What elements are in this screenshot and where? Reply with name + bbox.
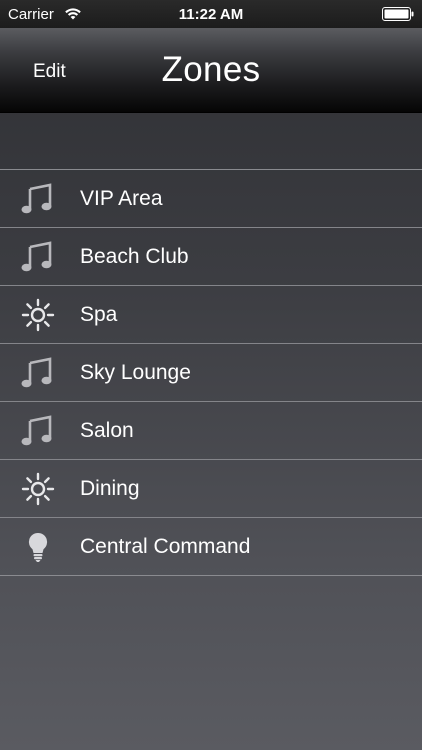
zone-label: VIP Area bbox=[80, 187, 163, 210]
zone-item-beach-club[interactable]: Beach Club bbox=[0, 228, 422, 286]
music-note-icon bbox=[21, 241, 52, 272]
music-note-icon bbox=[21, 183, 52, 214]
zone-item-salon[interactable]: Salon bbox=[0, 402, 422, 460]
zone-label: Spa bbox=[80, 303, 118, 326]
sun-icon bbox=[21, 472, 55, 506]
music-note-icon bbox=[21, 357, 52, 388]
zone-item-spa[interactable]: Spa bbox=[0, 286, 422, 344]
zone-item-central-command[interactable]: Central Command bbox=[0, 518, 422, 576]
status-bar: Carrier 11:22 AM bbox=[0, 0, 422, 28]
zone-label: Sky Lounge bbox=[80, 361, 191, 384]
zone-label: Central Command bbox=[80, 535, 251, 558]
lightbulb-icon bbox=[28, 532, 48, 562]
battery-icon bbox=[382, 7, 414, 21]
music-note-icon bbox=[21, 415, 52, 446]
zone-label: Beach Club bbox=[80, 245, 189, 268]
zone-list: VIP Area Beach Club Spa Sky Lounge Salon… bbox=[0, 169, 422, 576]
page-title: Zones bbox=[161, 50, 261, 89]
sun-icon bbox=[21, 298, 55, 332]
zone-item-sky-lounge[interactable]: Sky Lounge bbox=[0, 344, 422, 402]
zone-label: Dining bbox=[80, 477, 140, 500]
status-time: 11:22 AM bbox=[178, 6, 244, 23]
zone-item-dining[interactable]: Dining bbox=[0, 460, 422, 518]
zone-label: Salon bbox=[80, 419, 134, 442]
navigation-bar: Edit Zones bbox=[0, 28, 422, 113]
zone-item-vip-area[interactable]: VIP Area bbox=[0, 170, 422, 228]
